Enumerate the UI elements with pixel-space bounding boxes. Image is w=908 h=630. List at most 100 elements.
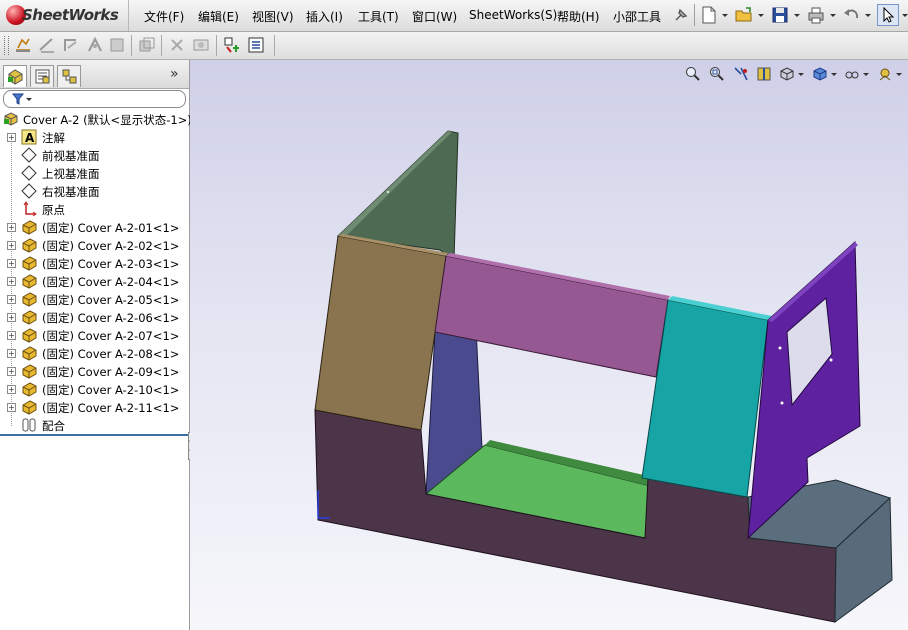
new-dropdown-arrow[interactable] bbox=[722, 14, 728, 17]
feature-icon-6[interactable] bbox=[138, 36, 156, 54]
expand-toggle[interactable]: + bbox=[7, 403, 16, 412]
filter-icon bbox=[12, 93, 24, 105]
toolbar-separator bbox=[216, 35, 217, 56]
property-manager-tab[interactable] bbox=[30, 65, 54, 87]
tree-item-label: (固定) Cover A-2-08<1> bbox=[42, 347, 180, 361]
tree-item-mates[interactable]: 配合 bbox=[0, 416, 189, 434]
undo-dropdown-arrow[interactable] bbox=[865, 14, 871, 17]
toolbar-separator bbox=[694, 4, 695, 26]
filter-dropdown-arrow[interactable] bbox=[26, 98, 32, 101]
panel-splitter[interactable] bbox=[0, 434, 189, 436]
assembly-icon bbox=[4, 112, 18, 126]
open-dropdown-arrow[interactable] bbox=[758, 14, 764, 17]
tree-root-assembly[interactable]: Cover A-2 (默认<显示状态-1>) bbox=[0, 110, 192, 128]
tree-item-origin[interactable]: 原点 bbox=[0, 200, 189, 218]
feature-icon-9[interactable] bbox=[223, 36, 241, 54]
toolbar-separator bbox=[274, 35, 275, 56]
menu-sheetworks[interactable]: SheetWorks(S) bbox=[469, 8, 557, 22]
menu-window[interactable]: 窗口(W) bbox=[412, 8, 457, 25]
feature-icon-3[interactable] bbox=[62, 36, 80, 54]
expand-toggle[interactable]: + bbox=[7, 277, 16, 286]
new-document-icon[interactable] bbox=[700, 6, 718, 24]
tree-item-component[interactable]: + (固定) Cover A-2-10<1> bbox=[0, 380, 189, 398]
feature-manager-panel: » Cover A-2 (默认<显示状态-1>) + A 注解 前视基准面 上视… bbox=[0, 60, 192, 630]
tree-item-right-plane[interactable]: 右视基准面 bbox=[0, 182, 189, 200]
tree-item-component[interactable]: + (固定) Cover A-2-07<1> bbox=[0, 326, 189, 344]
configuration-manager-tab[interactable] bbox=[57, 65, 81, 87]
part-icon bbox=[22, 364, 37, 379]
tree-item-label: (固定) Cover A-2-05<1> bbox=[42, 293, 180, 307]
graphics-viewport[interactable] bbox=[190, 60, 908, 630]
configuration-manager-icon bbox=[62, 69, 77, 84]
part-icon bbox=[22, 238, 37, 253]
tree-item-annotations[interactable]: + A 注解 bbox=[0, 128, 189, 146]
tree-item-component[interactable]: + (固定) Cover A-2-04<1> bbox=[0, 272, 189, 290]
assembly-3d-model[interactable] bbox=[190, 60, 908, 630]
toolbar-grip[interactable] bbox=[4, 36, 9, 55]
expand-toggle[interactable]: + bbox=[7, 259, 16, 268]
feature-icon-7[interactable] bbox=[168, 36, 186, 54]
feature-icon-1[interactable] bbox=[14, 36, 32, 54]
feature-toolbar bbox=[0, 32, 908, 60]
menu-view[interactable]: 视图(V) bbox=[252, 8, 294, 25]
tree-filter-box[interactable] bbox=[3, 90, 186, 108]
expand-toggle[interactable]: + bbox=[7, 241, 16, 250]
tree-item-component[interactable]: + (固定) Cover A-2-03<1> bbox=[0, 254, 189, 272]
tree-item-component[interactable]: + (固定) Cover A-2-09<1> bbox=[0, 362, 189, 380]
feature-icon-2[interactable] bbox=[38, 36, 56, 54]
menu-file[interactable]: 文件(F) bbox=[144, 8, 184, 25]
select-button[interactable] bbox=[877, 4, 899, 26]
model-hole bbox=[780, 401, 784, 405]
tree-item-component[interactable]: + (固定) Cover A-2-06<1> bbox=[0, 308, 189, 326]
part-icon bbox=[22, 274, 37, 289]
feature-manager-tab[interactable] bbox=[3, 65, 27, 87]
tree-item-front-plane[interactable]: 前视基准面 bbox=[0, 146, 189, 164]
expand-toggle[interactable]: + bbox=[7, 349, 16, 358]
expand-toggle[interactable]: + bbox=[7, 313, 16, 322]
tree-item-label: (固定) Cover A-2-04<1> bbox=[42, 275, 180, 289]
tree-root-label: Cover A-2 (默认<显示状态-1>) bbox=[23, 113, 192, 127]
tree-item-component[interactable]: + (固定) Cover A-2-05<1> bbox=[0, 290, 189, 308]
tree-item-component[interactable]: + (固定) Cover A-2-01<1> bbox=[0, 218, 189, 236]
tree-item-component[interactable]: + (固定) Cover A-2-02<1> bbox=[0, 236, 189, 254]
tree-item-top-plane[interactable]: 上视基准面 bbox=[0, 164, 189, 182]
expand-toggle[interactable]: + bbox=[7, 133, 16, 142]
menu-insert[interactable]: 插入(I) bbox=[306, 8, 343, 25]
menu-bar: SheetWorks 文件(F) 编辑(E) 视图(V) 插入(I) 工具(T)… bbox=[0, 0, 908, 32]
print-icon[interactable] bbox=[807, 6, 825, 24]
tree-item-label: (固定) Cover A-2-07<1> bbox=[42, 329, 180, 343]
tree-item-component[interactable]: + (固定) Cover A-2-08<1> bbox=[0, 344, 189, 362]
select-dropdown-arrow[interactable] bbox=[902, 14, 908, 17]
feature-icon-5[interactable] bbox=[108, 36, 126, 54]
save-icon[interactable] bbox=[771, 6, 789, 24]
print-dropdown-arrow[interactable] bbox=[830, 14, 836, 17]
menu-custom-tools[interactable]: 小邵工具 bbox=[613, 8, 661, 25]
expand-toggle[interactable]: + bbox=[7, 331, 16, 340]
save-dropdown-arrow[interactable] bbox=[794, 14, 800, 17]
part-icon bbox=[22, 310, 37, 325]
menu-tools[interactable]: 工具(T) bbox=[358, 8, 399, 25]
undo-icon[interactable] bbox=[843, 6, 861, 24]
feature-icon-4[interactable] bbox=[86, 36, 104, 54]
expand-toggle[interactable]: + bbox=[7, 295, 16, 304]
open-folder-icon[interactable] bbox=[735, 6, 753, 24]
tree-item-label: 配合 bbox=[42, 419, 65, 433]
plane-icon bbox=[21, 147, 37, 163]
toolbar-separator bbox=[161, 35, 162, 56]
pin-icon[interactable] bbox=[672, 6, 690, 24]
menu-edit[interactable]: 编辑(E) bbox=[198, 8, 239, 25]
panel-more-button[interactable]: » bbox=[170, 66, 179, 82]
plane-icon bbox=[21, 165, 37, 181]
expand-toggle[interactable]: + bbox=[7, 223, 16, 232]
menu-help[interactable]: 帮助(H) bbox=[557, 8, 599, 25]
model-panel-tan-left[interactable] bbox=[314, 235, 447, 431]
expand-toggle[interactable]: + bbox=[7, 367, 16, 376]
panel-tabs: » bbox=[0, 60, 189, 89]
tree-item-component[interactable]: + (固定) Cover A-2-11<1> bbox=[0, 398, 189, 416]
tree-item-label: 注解 bbox=[42, 131, 65, 145]
part-icon bbox=[22, 256, 37, 271]
feature-icon-8[interactable] bbox=[192, 36, 210, 54]
expand-toggle[interactable]: + bbox=[7, 385, 16, 394]
feature-icon-10[interactable] bbox=[247, 36, 265, 54]
app-logo[interactable]: SheetWorks bbox=[0, 0, 129, 31]
